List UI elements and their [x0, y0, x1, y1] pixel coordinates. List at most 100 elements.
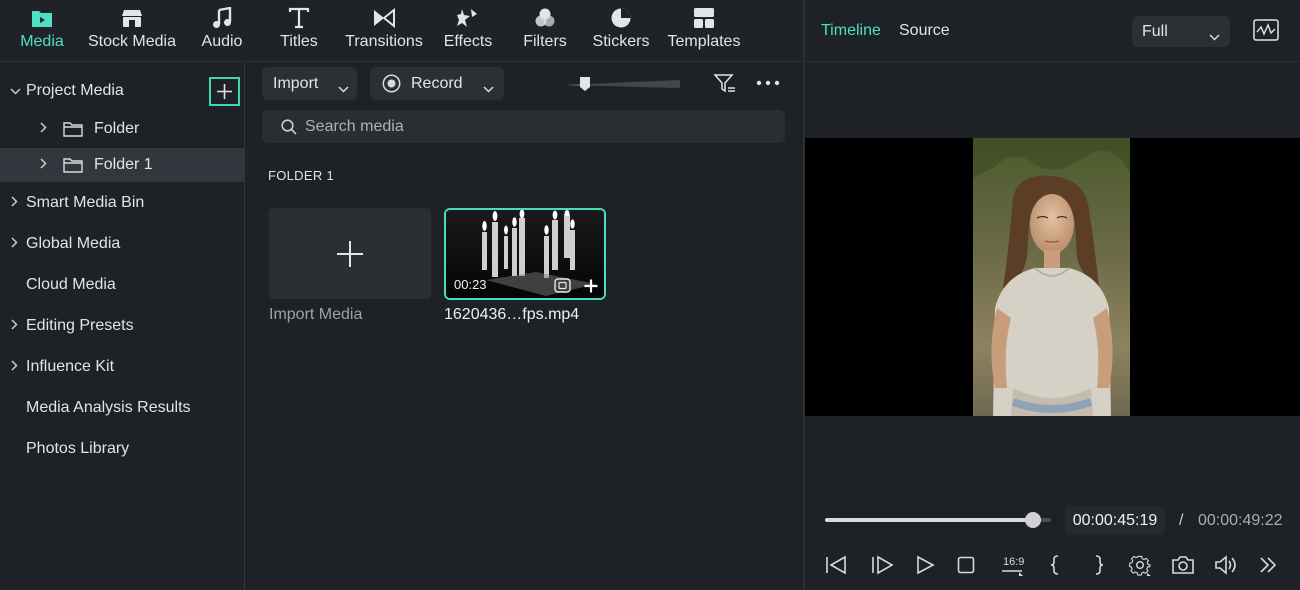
sidebar-item-influence-kit[interactable]: Influence Kit [0, 350, 244, 384]
sidebar-item-label: Global Media [26, 235, 121, 252]
chevron-right-icon [40, 158, 47, 172]
snapshot-button[interactable] [1171, 553, 1195, 577]
transitions-icon [372, 6, 396, 30]
import-label: Import [273, 74, 319, 92]
playback-progress-fill [825, 518, 1033, 522]
tab-stickers[interactable]: Stickers [590, 6, 652, 58]
add-folder-button[interactable] [209, 77, 240, 106]
expand-controls-button[interactable] [1256, 553, 1280, 577]
stickers-icon [609, 6, 633, 30]
tab-transitions[interactable]: Transitions [343, 6, 425, 58]
tab-effects[interactable]: Effects [441, 6, 495, 58]
total-time: 00:00:49:22 [1198, 512, 1283, 529]
clip-filename: 1620436…fps.mp4 [444, 306, 580, 323]
sidebar-item-media-analysis-results[interactable]: Media Analysis Results [0, 391, 244, 425]
chevron-right-icon [11, 196, 18, 210]
next-frame-button[interactable] [871, 553, 895, 577]
clip-info-icon[interactable] [554, 278, 571, 298]
filter-icon[interactable] [713, 72, 737, 96]
chevron-down-icon [1209, 28, 1220, 46]
tab-timeline[interactable]: Timeline [821, 22, 881, 40]
templates-icon [692, 6, 716, 30]
playback-progress-bar[interactable] [825, 512, 1051, 528]
mark-out-button[interactable] [1087, 553, 1111, 577]
sidebar-item-label: Project Media [26, 82, 124, 99]
sidebar-item-label: Editing Presets [26, 317, 134, 334]
record-icon [382, 74, 401, 93]
import-dropdown[interactable]: Import [262, 67, 357, 100]
record-dropdown[interactable]: Record [370, 67, 504, 100]
sidebar-item-label: Cloud Media [26, 276, 116, 293]
search-box[interactable] [262, 110, 785, 143]
more-options-icon[interactable] [756, 73, 780, 93]
tab-stock-media[interactable]: Stock Media [86, 6, 178, 58]
plus-icon [337, 240, 363, 267]
zoom-value: Full [1142, 22, 1168, 40]
media-clip-thumbnail[interactable]: 00:23 [444, 208, 606, 300]
sidebar-item-folder-1[interactable]: Folder 1 [0, 148, 244, 182]
aspect-ratio-button[interactable]: 16:9 [1000, 553, 1026, 577]
sidebar: Project Media Folder Folder 1 Smart Medi… [0, 63, 245, 590]
double-chevron-right-icon [1260, 557, 1277, 573]
tab-audio[interactable]: Audio [199, 6, 245, 58]
add-to-timeline-icon[interactable] [584, 279, 598, 298]
gear-icon [1129, 555, 1151, 576]
search-icon [281, 118, 297, 135]
chevron-down-icon [338, 80, 349, 98]
tab-titles[interactable]: Titles [277, 6, 321, 58]
render-settings-button[interactable] [1128, 553, 1152, 577]
sidebar-item-project-media[interactable]: Project Media [0, 74, 244, 108]
sidebar-item-label: Media Analysis Results [26, 399, 191, 416]
clip-duration: 00:23 [454, 277, 487, 292]
media-library-panel: Import Record FOLDER 1 Import Media [246, 63, 802, 590]
sidebar-item-global-media[interactable]: Global Media [0, 227, 244, 261]
chevron-right-icon [11, 237, 18, 251]
effects-icon [456, 6, 480, 30]
stop-button[interactable] [954, 553, 978, 577]
camera-icon [1172, 556, 1194, 574]
volume-icon [1215, 555, 1236, 575]
aspect-ratio-icon: 16:9 [1001, 554, 1025, 576]
folder-heading: FOLDER 1 [268, 168, 334, 183]
video-viewer[interactable] [805, 138, 1300, 416]
current-time: 00:00:45:19 [1065, 506, 1165, 535]
stock-media-icon [120, 6, 144, 30]
titles-icon [287, 6, 311, 30]
waveform-monitor-icon[interactable] [1253, 19, 1279, 46]
mark-in-button[interactable] [1043, 553, 1067, 577]
sidebar-item-label: Folder 1 [94, 156, 153, 173]
chevron-down-icon [10, 84, 21, 98]
search-input[interactable] [305, 117, 765, 136]
stop-icon [957, 556, 975, 574]
play-button[interactable] [913, 553, 937, 577]
import-media-tile[interactable] [269, 208, 431, 299]
zoom-select[interactable]: Full [1132, 16, 1230, 47]
preview-panel: Timeline Source Full 00:00:45:19 / 00:00… [803, 0, 1300, 590]
tab-templates[interactable]: Templates [664, 6, 744, 58]
mark-out-icon [1095, 555, 1104, 575]
next-frame-icon [872, 555, 894, 575]
tab-media[interactable]: Media [18, 6, 66, 58]
import-media-label: Import Media [269, 306, 363, 323]
volume-button[interactable] [1214, 553, 1238, 577]
sidebar-item-photos-library[interactable]: Photos Library [0, 432, 244, 466]
top-toolbar: Media Stock Media Audio Titles Transitio… [0, 0, 802, 62]
time-separator: / [1179, 512, 1184, 529]
sidebar-item-folder[interactable]: Folder [0, 112, 244, 146]
previous-frame-icon [826, 555, 846, 575]
sidebar-item-label: Smart Media Bin [26, 194, 145, 211]
sidebar-item-label: Influence Kit [26, 358, 115, 375]
tab-filters[interactable]: Filters [520, 6, 570, 58]
folder-icon [63, 121, 83, 142]
sidebar-item-label: Folder [94, 120, 140, 137]
sidebar-item-editing-presets[interactable]: Editing Presets [0, 309, 244, 343]
tab-source[interactable]: Source [899, 22, 950, 40]
preview-header: Timeline Source Full [805, 0, 1300, 62]
sidebar-item-smart-media-bin[interactable]: Smart Media Bin [0, 186, 244, 220]
sidebar-item-cloud-media[interactable]: Cloud Media [0, 268, 244, 302]
previous-frame-button[interactable] [825, 553, 849, 577]
playhead-knob[interactable] [1024, 512, 1041, 528]
play-icon [917, 555, 935, 575]
video-frame [973, 138, 1130, 416]
thumbnail-size-slider[interactable] [564, 74, 682, 94]
